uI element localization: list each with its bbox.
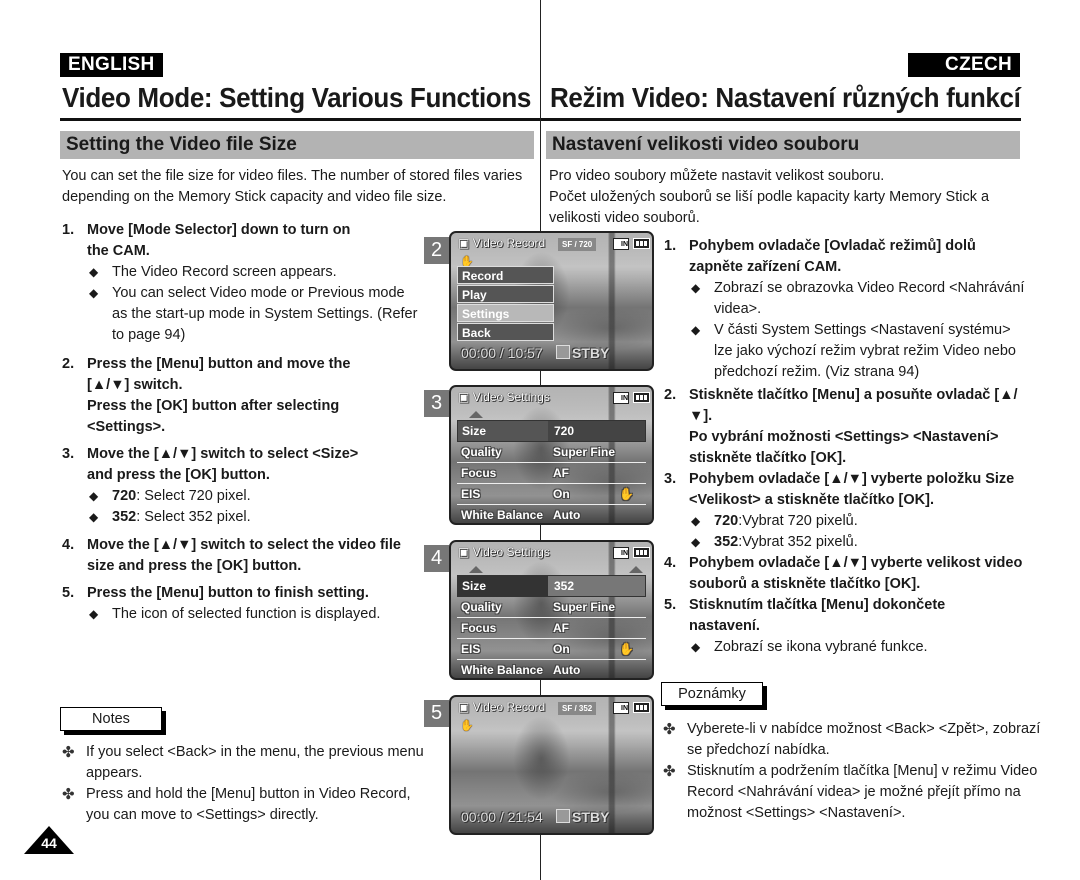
step-3-english: 3. Move the [▲/▼] switch to select <Size…: [62, 444, 372, 528]
screen-step-number: 4: [424, 545, 449, 572]
settings-row-focus[interactable]: Focus AF: [457, 463, 646, 484]
bullet: ◆ 720:Vybrat 720 pixelů.: [691, 513, 858, 529]
battery-icon: [633, 702, 650, 713]
step-4-czech: 4. Pohybem ovladače [▲/▼] vyberte veliko…: [664, 555, 1023, 592]
battery-icon: [633, 547, 650, 558]
language-tag-english: ENGLISH: [60, 53, 163, 77]
settings-row-white-balance[interactable]: White Balance Auto: [457, 505, 646, 523]
screen-step-number: 5: [424, 700, 449, 727]
note-item: ✤ Stisknutím a podržením tlačítka [Menu] …: [663, 763, 1038, 821]
settings-row-white-balance[interactable]: White Balance Auto: [457, 660, 646, 678]
clover-bullet-icon: ✤: [663, 721, 676, 738]
note-item: ✤ Vyberete-li v nabídce možnost <Back> <Z…: [663, 721, 1041, 758]
title-rule: [60, 118, 540, 121]
intro-text-czech: Pro video soubory můžete nastavit veliko…: [549, 168, 990, 226]
step-1-czech: 1. Pohybem ovladače [Ovladač režimů] dol…: [664, 236, 1029, 383]
step-4-english: 4. Move the [▲/▼] switch to select the v…: [62, 537, 401, 574]
notes-label-english: Notes: [60, 707, 162, 731]
scroll-up-arrow-icon[interactable]: [469, 411, 483, 418]
screen-step-number: 3: [424, 390, 449, 417]
settings-row-quality[interactable]: Quality Super Fine: [457, 597, 646, 618]
page-title-czech: Režim Video: Nastavení různých funkcí: [550, 82, 1021, 113]
lcd-screen-video-record-352: ▣ Video Record SF / 352 IN ✋ 00:00 / 21:…: [449, 695, 654, 835]
clover-bullet-icon: ✤: [62, 744, 75, 761]
camcorder-icon: ▣: [458, 236, 470, 250]
camcorder-icon: ▣: [458, 545, 470, 559]
record-status: STBY: [572, 809, 610, 825]
notes-label-czech: Poznámky: [661, 682, 763, 706]
camcorder-icon: ▣: [458, 390, 470, 404]
bullet: ◆ You can select Video mode or Previous m…: [89, 285, 418, 343]
quality-badge: SF / 352: [558, 702, 597, 715]
section-heading-czech: Nastavení velikosti video souboru: [546, 131, 1020, 159]
camcorder-icon: ▣: [458, 700, 470, 714]
record-status: STBY: [572, 345, 610, 361]
lcd-screen-video-settings-720: ▣ Video Settings IN Size 720 Quality Super…: [449, 385, 654, 525]
memory-card-icon: IN: [613, 702, 629, 714]
clover-bullet-icon: ✤: [62, 786, 75, 803]
menu-item-record[interactable]: Record: [457, 266, 554, 284]
stabilizer-icon: ✋: [619, 487, 634, 501]
bullet: ◆ 352: Select 352 pixel.: [89, 509, 251, 525]
memory-card-icon: IN: [613, 547, 629, 559]
stabilizer-icon: ✋: [619, 642, 634, 656]
step-5-czech: 5. Stisknutím tlačítka [Menu] dokončete …: [664, 595, 1024, 658]
step-3-czech: 3. Pohybem ovladače [▲/▼] vyberte položk…: [664, 469, 1024, 553]
bullet: ◆ Zobrazí se obrazovka Video Record <Nahr…: [691, 280, 1025, 317]
note-item: ✤ If you select <Back> in the menu, the p…: [62, 744, 424, 781]
quality-badge: SF / 720: [558, 238, 597, 251]
bullet: ◆ V části System Settings <Nastavení syst…: [691, 322, 1016, 380]
time-counter: 00:00 / 21:54: [461, 809, 543, 825]
step-5-english: 5. Press the [Menu] button to finish set…: [62, 583, 422, 625]
intro-text-english: You can set the file size for video file…: [62, 168, 523, 205]
step-2-english: 2. Press the [Menu] button and move the …: [62, 356, 351, 435]
settings-row-size[interactable]: Size 352: [457, 575, 646, 597]
battery-icon: [633, 238, 650, 249]
osd-title: ▣ Video Record: [458, 700, 546, 714]
record-status-box: [556, 809, 570, 823]
bullet: ◆ Zobrazí se ikona vybrané funkce.: [691, 639, 928, 655]
memory-card-icon: IN: [613, 238, 629, 250]
osd-title: ▣ Video Settings: [458, 390, 550, 404]
settings-row-focus[interactable]: Focus AF: [457, 618, 646, 639]
step-1-english: 1. Move [Mode Selector] down to turn on …: [62, 220, 422, 346]
stabilizer-icon: ✋: [460, 720, 474, 732]
clover-bullet-icon: ✤: [663, 763, 676, 780]
osd-title: ▣ Video Record: [458, 236, 546, 250]
bullet: ◆ 352:Vybrat 352 pixelů.: [691, 534, 858, 550]
menu-item-play[interactable]: Play: [457, 285, 554, 303]
memory-card-icon: IN: [613, 392, 629, 404]
note-item: ✤ Press and hold the [Menu] button in Vid…: [62, 786, 411, 823]
page-number: 44: [41, 835, 57, 851]
section-heading-english: Setting the Video file Size: [60, 131, 534, 159]
step-2-czech: 2. Stiskněte tlačítko [Menu] a posuňte o…: [664, 387, 1018, 466]
title-rule: [541, 118, 1021, 121]
lcd-screen-video-record-menu: ▣ Video Record SF / 720 IN ✋ Record Play…: [449, 231, 654, 371]
time-counter: 00:00 / 10:57: [461, 345, 543, 361]
bullet: ◆ 720: Select 720 pixel.: [89, 488, 251, 504]
settings-row-quality[interactable]: Quality Super Fine: [457, 442, 646, 463]
menu-item-back[interactable]: Back: [457, 323, 554, 341]
language-tag-czech: CZECH: [908, 53, 1020, 77]
screen-step-number: 2: [424, 237, 449, 264]
osd-title: ▣ Video Settings: [458, 545, 550, 559]
scroll-up-arrow-icon[interactable]: [469, 566, 483, 573]
battery-icon: [633, 392, 650, 403]
record-status-box: [556, 345, 570, 359]
page-title-english: Video Mode: Setting Various Functions: [62, 82, 531, 113]
settings-row-size[interactable]: Size 720: [457, 420, 646, 442]
settings-row-eis[interactable]: EIS On ✋: [457, 484, 646, 505]
bullet: ◆ The Video Record screen appears.: [89, 264, 337, 280]
settings-row-eis[interactable]: EIS On ✋: [457, 639, 646, 660]
menu-item-settings[interactable]: Settings: [457, 304, 554, 322]
value-up-arrow-icon[interactable]: [629, 566, 643, 573]
lcd-screen-video-settings-352: ▣ Video Settings IN Size 352 Quality Super…: [449, 540, 654, 680]
bullet: ◆ The icon of selected function is displa…: [89, 606, 381, 622]
